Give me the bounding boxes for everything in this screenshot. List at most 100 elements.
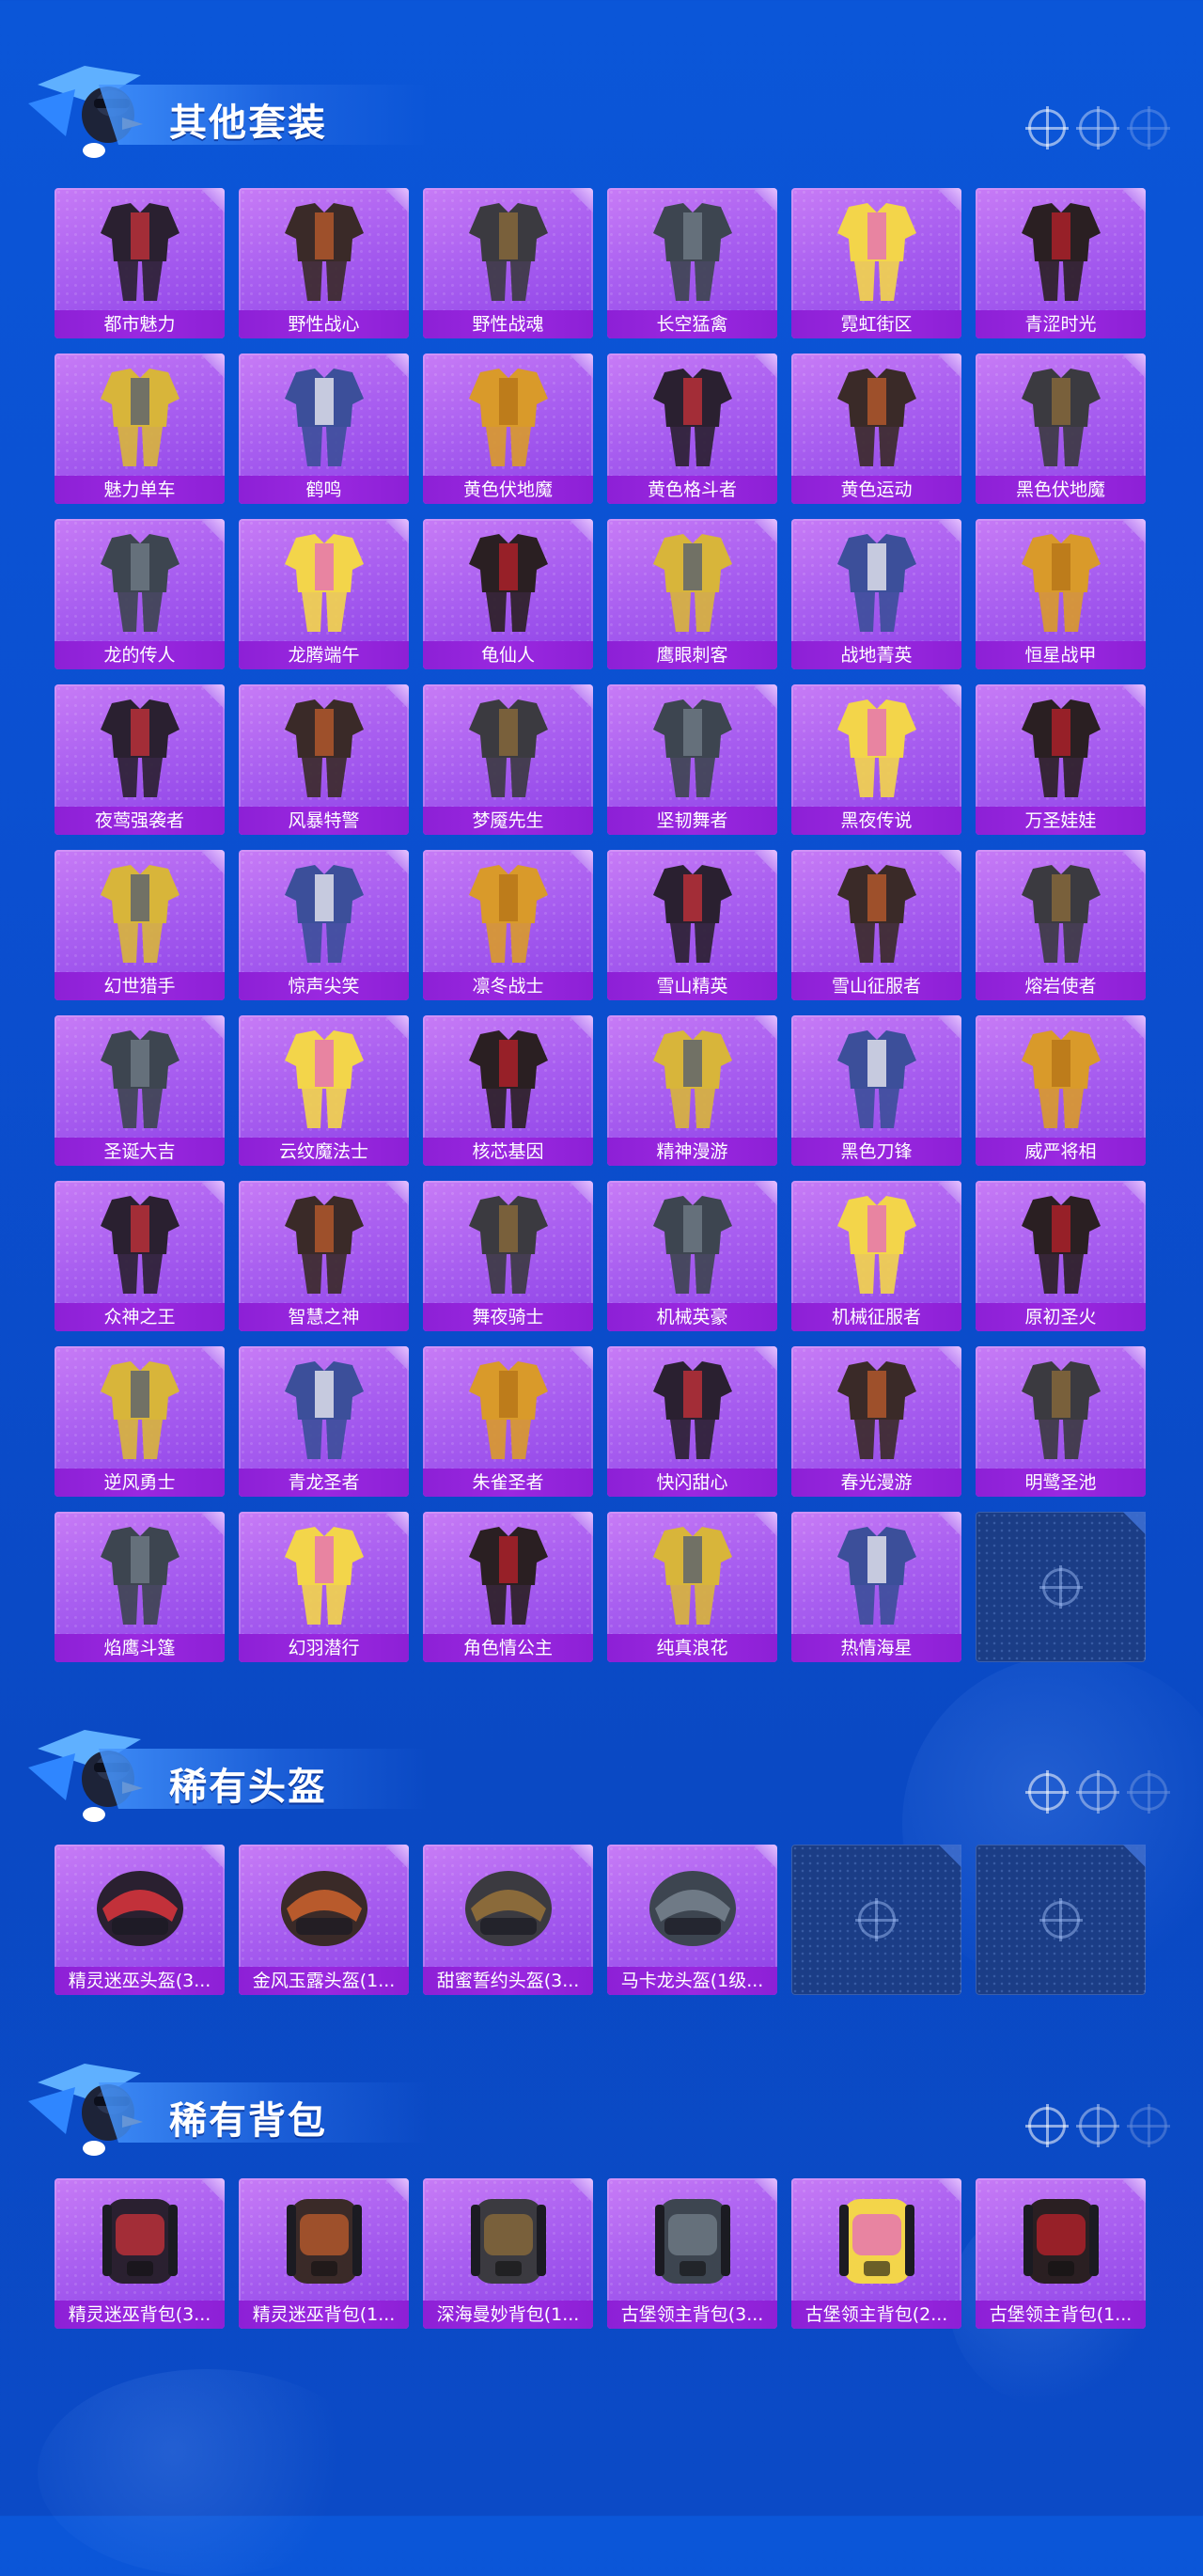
- outfit-image: [443, 1354, 574, 1465]
- outfit-card[interactable]: 明鹭圣池: [976, 1346, 1146, 1497]
- item-label: 青涩时光: [976, 310, 1146, 338]
- outfit-image: [811, 1023, 943, 1134]
- helmet-card[interactable]: 甜蜜誓约头盔(3...: [423, 1845, 593, 1995]
- item-label: 青龙圣者: [239, 1469, 409, 1497]
- outfit-card[interactable]: 恒星战甲: [976, 519, 1146, 669]
- outfit-image: [995, 1188, 1127, 1299]
- outfit-image: [258, 857, 390, 968]
- outfit-card[interactable]: 逆风勇士: [55, 1346, 225, 1497]
- outfit-card[interactable]: 云纹魔法士: [239, 1015, 409, 1166]
- outfit-image: [627, 361, 758, 472]
- outfit-card[interactable]: 智慧之神: [239, 1181, 409, 1331]
- outfit-card[interactable]: 夜莺强袭者: [55, 684, 225, 835]
- outfit-image: [811, 857, 943, 968]
- outfit-card[interactable]: 春光漫游: [791, 1346, 961, 1497]
- outfit-card[interactable]: 雪山精英: [607, 850, 777, 1000]
- section-header: 稀有背包: [28, 2045, 428, 2158]
- item-label: 恒星战甲: [976, 641, 1146, 669]
- outfit-card[interactable]: 长空猛禽: [607, 188, 777, 338]
- item-label: 春光漫游: [791, 1469, 961, 1497]
- outfit-card[interactable]: 快闪甜心: [607, 1346, 777, 1497]
- outfit-card[interactable]: 万圣娃娃: [976, 684, 1146, 835]
- outfit-card[interactable]: 黑色刀锋: [791, 1015, 961, 1166]
- outfit-image: [811, 196, 943, 306]
- outfit-card[interactable]: 坚韧舞者: [607, 684, 777, 835]
- backpack-card[interactable]: 深海曼妙背包(1...: [423, 2178, 593, 2329]
- outfit-card[interactable]: 鹤鸣: [239, 353, 409, 504]
- helmet-grid: 精灵迷巫头盔(3... 金风玉露头盔(1... 甜蜜誓约头盔(3... 马卡龙头盔(1…: [55, 1845, 1146, 1995]
- outfit-card[interactable]: 核芯基因: [423, 1015, 593, 1166]
- helmet-image: [443, 1852, 574, 1963]
- outfit-card[interactable]: 原初圣火: [976, 1181, 1146, 1331]
- helmet-card[interactable]: 马卡龙头盔(1级...: [607, 1845, 777, 1995]
- outfit-card[interactable]: 黄色运动: [791, 353, 961, 504]
- outfit-image: [74, 526, 206, 637]
- outfit-image: [443, 857, 574, 968]
- helmet-card[interactable]: 金风玉露头盔(1...: [239, 1845, 409, 1995]
- outfit-card[interactable]: 朱雀圣者: [423, 1346, 593, 1497]
- outfit-card[interactable]: 野性战心: [239, 188, 409, 338]
- item-label: 熔岩使者: [976, 972, 1146, 1000]
- backpack-card[interactable]: 精灵迷巫背包(3...: [55, 2178, 225, 2329]
- outfit-card[interactable]: 机械征服者: [791, 1181, 961, 1331]
- outfit-image: [995, 1354, 1127, 1465]
- outfit-card[interactable]: 威严将相: [976, 1015, 1146, 1166]
- item-label: 原初圣火: [976, 1303, 1146, 1331]
- helmet-image: [258, 1852, 390, 1963]
- outfit-card[interactable]: 龟仙人: [423, 519, 593, 669]
- outfit-card[interactable]: 黄色格斗者: [607, 353, 777, 504]
- backpack-image: [995, 2186, 1127, 2297]
- backpack-card[interactable]: 古堡领主背包(1...: [976, 2178, 1146, 2329]
- outfit-card[interactable]: 纯真浪花: [607, 1512, 777, 1662]
- outfit-card[interactable]: 角色情公主: [423, 1512, 593, 1662]
- item-label: 黑夜传说: [791, 807, 961, 835]
- outfit-card[interactable]: 热情海星: [791, 1512, 961, 1662]
- outfit-card[interactable]: 黄色伏地魔: [423, 353, 593, 504]
- outfit-card[interactable]: 都市魅力: [55, 188, 225, 338]
- outfit-card[interactable]: 幻世猎手: [55, 850, 225, 1000]
- outfit-card[interactable]: 青龙圣者: [239, 1346, 409, 1497]
- item-label: 机械征服者: [791, 1303, 961, 1331]
- outfit-card[interactable]: 机械英豪: [607, 1181, 777, 1331]
- backpack-card[interactable]: 古堡领主背包(2...: [791, 2178, 961, 2329]
- outfit-image: [258, 361, 390, 472]
- outfit-card[interactable]: 魅力单车: [55, 353, 225, 504]
- outfit-image: [258, 1519, 390, 1630]
- outfit-card[interactable]: 熔岩使者: [976, 850, 1146, 1000]
- outfit-card[interactable]: 圣诞大吉: [55, 1015, 225, 1166]
- outfit-card[interactable]: 雪山征服者: [791, 850, 961, 1000]
- item-label: 智慧之神: [239, 1303, 409, 1331]
- helmet-card[interactable]: 精灵迷巫头盔(3...: [55, 1845, 225, 1995]
- outfit-image: [74, 1354, 206, 1465]
- outfit-image: [74, 692, 206, 803]
- outfit-card[interactable]: 战地菁英: [791, 519, 961, 669]
- outfit-card[interactable]: 黑夜传说: [791, 684, 961, 835]
- outfit-card[interactable]: 众神之王: [55, 1181, 225, 1331]
- outfit-card[interactable]: 幻羽潜行: [239, 1512, 409, 1662]
- outfit-card[interactable]: 风暴特警: [239, 684, 409, 835]
- outfit-card[interactable]: 梦魇先生: [423, 684, 593, 835]
- outfit-card[interactable]: 黑色伏地魔: [976, 353, 1146, 504]
- outfit-card[interactable]: 龙的传人: [55, 519, 225, 669]
- outfit-card[interactable]: 青涩时光: [976, 188, 1146, 338]
- backpack-card[interactable]: 精灵迷巫背包(1...: [239, 2178, 409, 2329]
- item-label: 雪山征服者: [791, 972, 961, 1000]
- outfit-card[interactable]: 凛冬战士: [423, 850, 593, 1000]
- item-label: 热情海星: [791, 1634, 961, 1662]
- outfit-card[interactable]: 鹰眼刺客: [607, 519, 777, 669]
- empty-slot: [791, 1845, 961, 1995]
- item-label: 古堡领主背包(2...: [791, 2301, 961, 2329]
- outfit-card[interactable]: 舞夜骑士: [423, 1181, 593, 1331]
- backpack-image: [811, 2186, 943, 2297]
- item-label: 朱雀圣者: [423, 1469, 593, 1497]
- outfit-card[interactable]: 霓虹街区: [791, 188, 961, 338]
- outfit-card[interactable]: 野性战魂: [423, 188, 593, 338]
- outfit-card[interactable]: 焰鹰斗篷: [55, 1512, 225, 1662]
- outfit-card[interactable]: 精神漫游: [607, 1015, 777, 1166]
- backpack-card[interactable]: 古堡领主背包(3...: [607, 2178, 777, 2329]
- item-label: 精灵迷巫头盔(3...: [55, 1967, 225, 1995]
- outfit-image: [74, 361, 206, 472]
- item-label: 古堡领主背包(3...: [607, 2301, 777, 2329]
- outfit-card[interactable]: 惊声尖笑: [239, 850, 409, 1000]
- outfit-card[interactable]: 龙腾端午: [239, 519, 409, 669]
